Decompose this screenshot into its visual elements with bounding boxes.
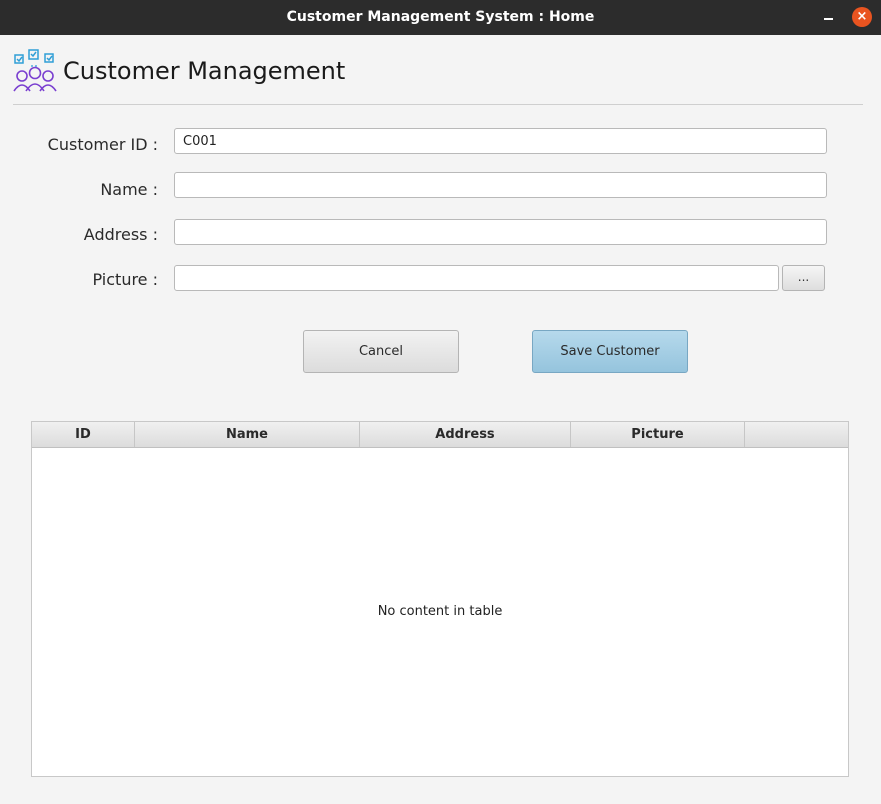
save-customer-button[interactable]: Save Customer bbox=[532, 330, 688, 373]
table-empty-placeholder: No content in table bbox=[377, 604, 503, 619]
picture-label: Picture : bbox=[92, 270, 159, 289]
window-title: Customer Management System : Home bbox=[286, 9, 595, 25]
customer-table[interactable]: ID Name Address Picture No content in ta… bbox=[31, 421, 849, 777]
table-header: ID Name Address Picture bbox=[32, 422, 848, 448]
column-header-address[interactable]: Address bbox=[360, 422, 571, 447]
address-label: Address : bbox=[83, 225, 158, 244]
close-icon[interactable]: × bbox=[852, 7, 872, 27]
column-header-name[interactable]: Name bbox=[135, 422, 360, 447]
customer-id-field[interactable] bbox=[174, 128, 827, 154]
picture-field[interactable] bbox=[174, 265, 779, 291]
column-header-id[interactable]: ID bbox=[32, 422, 135, 447]
name-label: Name : bbox=[100, 180, 158, 199]
header-divider bbox=[13, 104, 863, 105]
column-header-picture[interactable]: Picture bbox=[571, 422, 745, 447]
browse-button[interactable]: ... bbox=[782, 265, 825, 291]
customer-id-label: Customer ID : bbox=[47, 135, 158, 154]
window-titlebar: Customer Management System : Home × bbox=[0, 0, 881, 35]
address-field[interactable] bbox=[174, 219, 827, 245]
page-title: Customer Management bbox=[63, 57, 346, 85]
minimize-icon[interactable] bbox=[822, 4, 836, 28]
cancel-button[interactable]: Cancel bbox=[303, 330, 459, 373]
customers-icon bbox=[12, 48, 58, 93]
column-header-filler bbox=[745, 422, 848, 447]
name-field[interactable] bbox=[174, 172, 827, 198]
